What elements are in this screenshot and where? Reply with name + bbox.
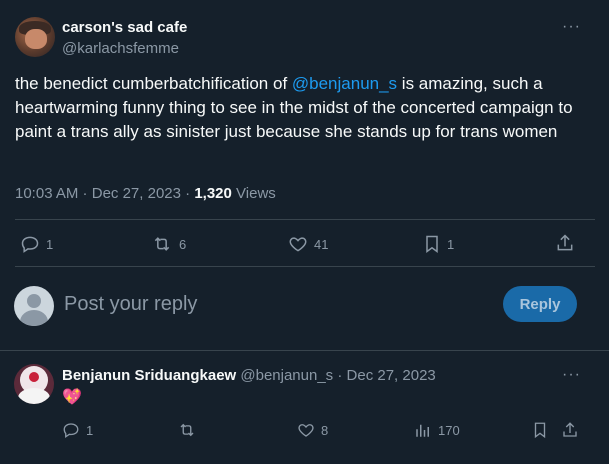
share-icon <box>561 421 579 439</box>
repost-icon <box>151 234 173 254</box>
bookmark-button[interactable]: 1 <box>423 234 454 254</box>
reply-button[interactable]: 1 <box>62 421 93 439</box>
bookmark-button[interactable] <box>532 421 548 439</box>
tweet-text-before: the benedict cumberbatchification of <box>15 74 292 93</box>
repost-icon <box>177 421 197 439</box>
reply-button[interactable]: 1 <box>20 234 53 254</box>
more-icon[interactable]: ··· <box>562 18 581 36</box>
like-icon <box>297 421 315 439</box>
divider <box>0 350 609 351</box>
reply-count: 1 <box>46 236 54 252</box>
reply-icon <box>20 234 40 254</box>
analytics-icon <box>414 421 432 439</box>
reply-input[interactable]: Post your reply <box>64 293 197 316</box>
like-count: 8 <box>321 422 329 438</box>
divider <box>15 266 595 267</box>
tweet-date[interactable]: Dec 27, 2023 <box>92 185 181 202</box>
like-icon <box>288 234 308 254</box>
tweet-time[interactable]: 10:03 AM <box>15 185 78 202</box>
share-button[interactable] <box>555 233 575 253</box>
reply-header: Benjanun Sriduangkaew @benjanun_s · Dec … <box>62 367 436 384</box>
reply-submit-button[interactable]: Reply <box>503 286 577 322</box>
current-user-avatar <box>14 286 54 326</box>
separator: · <box>337 367 343 384</box>
reply-author-handle[interactable]: @benjanun_s <box>240 367 333 384</box>
bookmark-icon <box>532 421 548 439</box>
repost-button[interactable] <box>177 421 197 439</box>
more-icon[interactable]: ··· <box>562 366 581 384</box>
views-count: 1,320 <box>194 185 232 202</box>
like-count: 41 <box>314 236 329 252</box>
share-icon <box>555 233 575 253</box>
mention-link[interactable]: @benjanun_s <box>292 74 397 93</box>
reply-author-avatar[interactable] <box>14 364 54 404</box>
tweet-text: the benedict cumberbatchification of @be… <box>15 72 595 144</box>
divider <box>15 219 595 220</box>
reply-icon <box>62 421 80 439</box>
reply-author-name[interactable]: Benjanun Sriduangkaew <box>62 367 236 384</box>
reply-date[interactable]: Dec 27, 2023 <box>347 367 436 384</box>
reply-text: 💖 <box>62 389 82 406</box>
bookmark-count: 1 <box>447 236 455 252</box>
author-handle[interactable]: @karlachsfemme <box>62 40 179 57</box>
author-name[interactable]: carson's sad cafe <box>62 19 187 36</box>
share-button[interactable] <box>561 421 579 439</box>
like-button[interactable]: 8 <box>297 421 328 439</box>
views-count: 170 <box>438 422 460 438</box>
author-avatar[interactable] <box>15 17 55 57</box>
repost-button[interactable]: 6 <box>151 234 186 254</box>
views-label: Views <box>236 185 276 202</box>
repost-count: 6 <box>179 236 187 252</box>
tweet-meta: 10:03 AM · Dec 27, 2023 · 1,320 Views <box>15 185 276 202</box>
like-button[interactable]: 41 <box>288 234 328 254</box>
reply-count: 1 <box>86 422 94 438</box>
bookmark-icon <box>423 234 441 254</box>
views-button[interactable]: 170 <box>414 421 460 439</box>
